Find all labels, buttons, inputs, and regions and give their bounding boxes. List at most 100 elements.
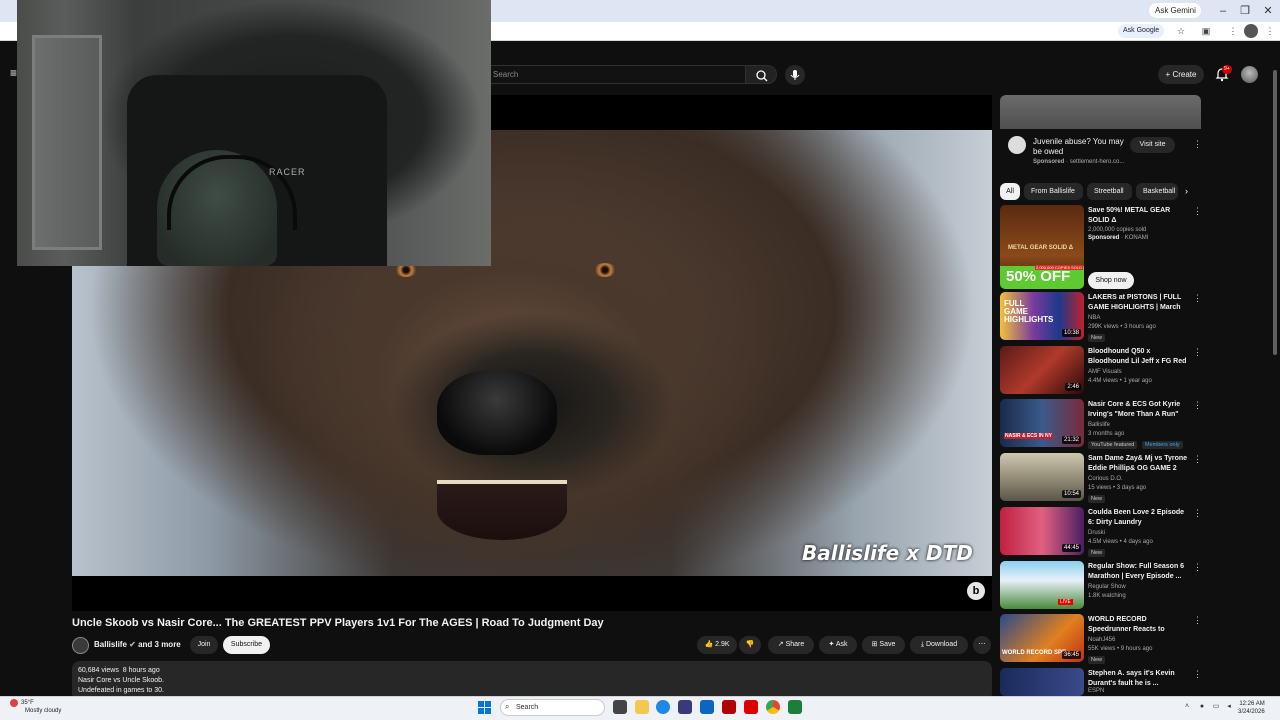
chrome-menu-icon[interactable]: ⋮ [1263, 24, 1277, 38]
taskbar-search-input[interactable]: Search [500, 699, 605, 716]
search-input[interactable]: Search [482, 65, 746, 84]
rec-thumbnail[interactable]: WORLD RECORD SPE 36:45 [1000, 614, 1084, 662]
rec-channel[interactable]: Druski [1088, 530, 1105, 536]
sidepanel-icon[interactable]: ▣ [1199, 24, 1213, 38]
rec-channel[interactable]: AMF Visuals [1088, 369, 1122, 375]
rec-thumbnail-text: NASIR & ECS IN NY [1004, 433, 1053, 439]
rec-thumbnail[interactable]: 10:54 [1000, 453, 1084, 501]
rec-title[interactable]: Nasir Core & ECS Got Kyrie Irving's "Mor… [1088, 400, 1188, 420]
file-explorer-icon[interactable] [635, 700, 649, 714]
ad-title[interactable]: Juvenile abuse? You may be owed [1033, 137, 1128, 157]
youtube-app-icon[interactable] [744, 700, 758, 714]
search-button[interactable] [745, 65, 777, 84]
rec-channel[interactable]: NBA [1088, 315, 1100, 321]
notification-count-badge: 9+ [1222, 65, 1232, 74]
tray-overflow-icon[interactable]: ˄ [1183, 703, 1191, 711]
create-button[interactable]: + Create [1158, 65, 1204, 84]
rec-title[interactable]: Bloodhound Q50 x Bloodhound Lil Jeff x F… [1088, 347, 1188, 367]
share-icon: ↗ [777, 641, 786, 648]
voice-search-button[interactable] [785, 65, 805, 85]
view-count: 60,684 views [78, 667, 119, 674]
chip-basketball[interactable]: Basketball [1136, 183, 1178, 200]
shop-now-button[interactable]: Shop now [1088, 272, 1134, 289]
rec-thumbnail[interactable]: FULL GAME HIGHLIGHTS 10:38 [1000, 292, 1084, 340]
rec-channel[interactable]: Regular Show [1088, 584, 1126, 590]
rec-menu-icon[interactable]: ⋮ [1193, 454, 1202, 465]
rec-menu-icon[interactable]: ⋮ [1193, 347, 1202, 358]
windows-start-icon[interactable] [478, 701, 491, 714]
share-button[interactable]: ↗ Share [768, 636, 814, 654]
rec-title[interactable]: Sam Dame Zay& Mj vs Tyrone Eddie Phillip… [1088, 454, 1188, 474]
channel-name[interactable]: Ballislife ✔ and 3 more [94, 640, 181, 649]
visit-site-button[interactable]: Visit site [1130, 137, 1175, 153]
edge-browser-icon[interactable] [656, 700, 670, 714]
network-icon[interactable]: ▭ [1212, 703, 1220, 711]
rec-channel[interactable]: NoahJ456 [1088, 637, 1115, 643]
account-avatar[interactable] [1241, 66, 1258, 83]
ask-button[interactable]: ✦ Ask [819, 636, 857, 654]
rec-title[interactable]: Regular Show: Full Season 6 Marathon | E… [1088, 562, 1188, 582]
microphone-tray-icon[interactable]: ● [1198, 703, 1206, 711]
thumbs-down-icon: 👎 [745, 641, 755, 648]
chip-all[interactable]: All [1000, 183, 1020, 200]
promo-thumbnail[interactable]: METAL GEAR SOLID Δ 50% OFF 2,000,000 COP… [1000, 205, 1084, 289]
rec-title[interactable]: WORLD RECORD Speedrunner Reacts to PARAD… [1088, 615, 1188, 635]
download-button[interactable]: ⤓ Download [910, 636, 968, 654]
volume-icon[interactable]: ◂ [1225, 703, 1233, 711]
rec-channel[interactable]: Corious D.O. [1088, 476, 1123, 482]
close-window-button[interactable]: ✕ [1258, 3, 1278, 19]
dislike-button[interactable]: 👎 [739, 636, 761, 654]
bookmark-star-icon[interactable]: ☆ [1174, 24, 1188, 38]
rec-channel[interactable]: Ballislife [1088, 422, 1110, 428]
promo-menu-icon[interactable]: ⋮ [1193, 206, 1202, 217]
ad-banner-image[interactable] [1000, 95, 1201, 129]
rec-channel[interactable]: ESPN [1088, 688, 1104, 694]
rec-menu-icon[interactable]: ⋮ [1193, 562, 1202, 573]
rec-menu-icon[interactable]: ⋮ [1193, 508, 1202, 519]
app-icon[interactable] [788, 700, 802, 714]
save-button[interactable]: ⊞ Save [862, 636, 905, 654]
rec-thumbnail[interactable]: NASIR & ECS IN NY 21:32 [1000, 399, 1084, 447]
rec-menu-icon[interactable]: ⋮ [1193, 400, 1202, 411]
chip-streetball[interactable]: Streetball [1087, 183, 1132, 200]
rec-thumbnail[interactable]: LIVE [1000, 561, 1084, 609]
page-scrollbar[interactable] [1273, 70, 1277, 355]
chevron-right-icon[interactable]: › [1185, 186, 1188, 196]
advertiser-icon [1008, 136, 1026, 154]
rec-menu-icon[interactable]: ⋮ [1193, 293, 1202, 304]
rec-badge: New [1088, 334, 1106, 342]
rec-thumbnail[interactable]: 44:45 [1000, 507, 1084, 555]
store-icon[interactable] [678, 700, 692, 714]
rec-menu-icon[interactable]: ⋮ [1193, 669, 1202, 680]
hamburger-menu-icon[interactable]: ≡ [10, 66, 17, 80]
weather-widget[interactable]: 35°F Mostly cloudy [10, 699, 61, 715]
netflix-icon[interactable] [722, 700, 736, 714]
task-view-icon[interactable] [613, 700, 627, 714]
chrome-icon[interactable] [766, 700, 780, 714]
minimize-button[interactable]: – [1213, 3, 1233, 19]
channel-avatar[interactable] [72, 637, 89, 654]
profile-avatar[interactable] [1244, 24, 1258, 38]
maximize-button[interactable]: ❐ [1235, 3, 1255, 19]
rec-menu-icon[interactable]: ⋮ [1193, 615, 1202, 626]
description-box[interactable] [72, 661, 992, 701]
rec-thumbnail[interactable]: APPRECIATE DURANT MORE? [1000, 668, 1084, 696]
rec-title[interactable]: Coulda Been Love 2 Episode 6: Dirty Laun… [1088, 508, 1188, 528]
ad-menu-icon[interactable]: ⋮ [1193, 139, 1202, 150]
ask-google-button[interactable]: Ask Google [1118, 24, 1165, 38]
join-button[interactable]: Join [190, 636, 218, 654]
system-clock[interactable]: 12:26 AM 3/24/2026 [1238, 700, 1265, 716]
ask-gemini-button[interactable]: Ask Gemini [1149, 3, 1201, 18]
outlook-icon[interactable] [700, 700, 714, 714]
extensions-icon[interactable]: ⋮ [1226, 24, 1240, 38]
channel-watermark-icon[interactable]: b [967, 582, 985, 600]
microphone-icon [790, 70, 800, 80]
like-button[interactable]: 👍 2.9K [697, 636, 737, 654]
chip-from-ballislife[interactable]: From Ballislife [1024, 183, 1083, 200]
rec-title[interactable]: LAKERS at PISTONS | FULL GAME HIGHLIGHTS… [1088, 293, 1188, 313]
rec-title[interactable]: Stephen A. says it's Kevin Durant's faul… [1088, 669, 1188, 688]
subscribe-button[interactable]: Subscribe [223, 636, 270, 654]
rec-thumbnail[interactable]: 2:46 [1000, 346, 1084, 394]
promo-title[interactable]: Save 50%! METAL GEAR SOLID Δ [1088, 206, 1188, 226]
more-actions-button[interactable]: ⋯ [973, 636, 991, 654]
